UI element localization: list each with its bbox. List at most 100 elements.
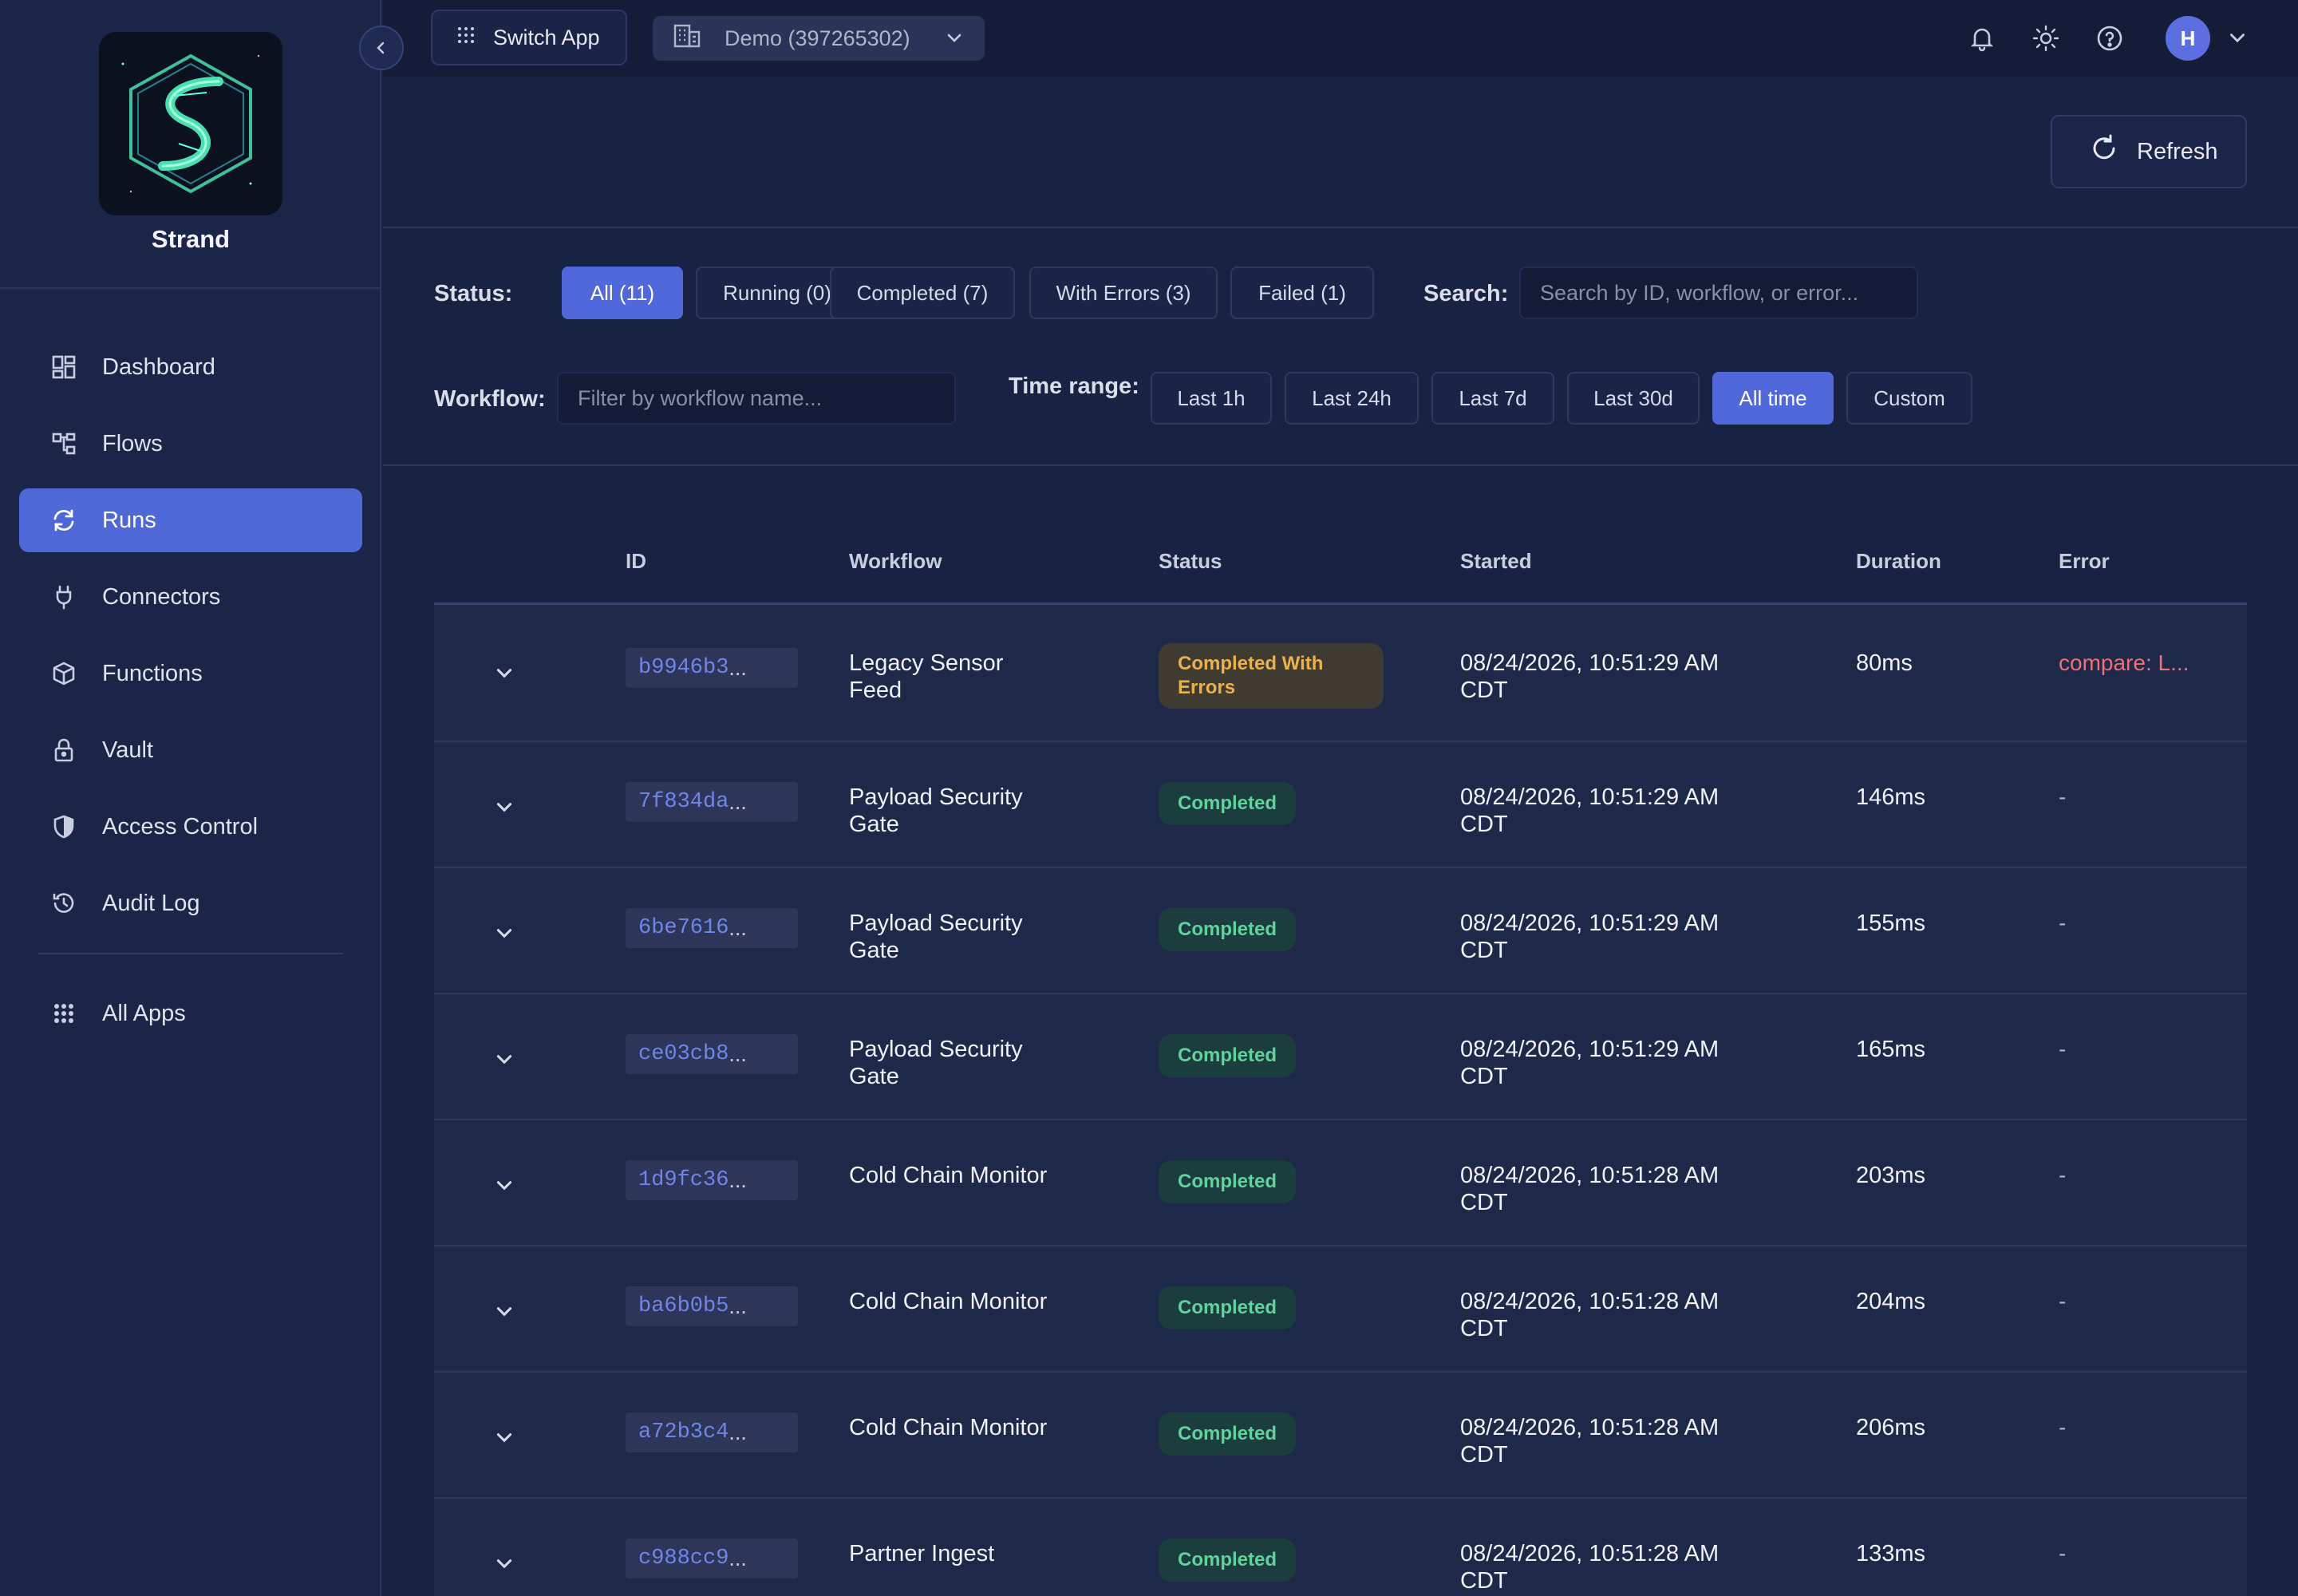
dashboard-icon <box>49 353 78 381</box>
expand-row-chevron-icon[interactable] <box>490 1424 519 1452</box>
sidebar-item-label: Flows <box>102 430 163 456</box>
sidebar-item-all-apps[interactable]: All Apps <box>19 982 362 1045</box>
status-badge-line: Completed <box>1178 792 1277 814</box>
run-id-ellipsis: ... <box>728 1420 747 1444</box>
started-time-line: CDT <box>1460 1442 1508 1468</box>
expand-row-chevron-icon[interactable] <box>490 1550 519 1578</box>
error-message: - <box>2059 1541 2067 1566</box>
status-chip-with-errors[interactable]: With Errors (3) <box>1029 267 1218 319</box>
error-message[interactable]: compare: L... <box>2059 650 2189 677</box>
run-id[interactable]: ba6b0b5... <box>626 1286 798 1326</box>
expand-row-chevron-icon[interactable] <box>490 659 519 688</box>
shield-icon <box>49 812 78 841</box>
table-row[interactable]: 6be7616... Payload Security Gate Completed 0… <box>434 868 2247 994</box>
expand-row-chevron-icon[interactable] <box>490 1045 519 1074</box>
error-message: - <box>2059 1037 2067 1061</box>
table-row[interactable]: ba6b0b5... Cold Chain Monitor Completed 08/… <box>434 1246 2247 1373</box>
table-row[interactable]: 1d9fc36... Cold Chain Monitor Completed 08/… <box>434 1120 2247 1246</box>
refresh-button[interactable]: Refresh <box>2051 115 2247 188</box>
started-time: 08/24/2026, 10:51:29 AM CDT <box>1460 650 1719 704</box>
avatar[interactable]: H <box>2166 16 2210 61</box>
status-badge: Completed <box>1159 1034 1297 1077</box>
table-row[interactable]: a72b3c4... Cold Chain Monitor Completed 08/… <box>434 1373 2247 1499</box>
status-badge-line: Completed <box>1178 1297 1277 1318</box>
started-time-line: CDT <box>1460 1568 1508 1594</box>
duration: 80ms <box>1856 650 1913 676</box>
table-row[interactable]: c988cc9... Partner Ingest Completed 08/24/2… <box>434 1499 2247 1596</box>
sidebar-item-access-control[interactable]: Access Control <box>19 795 362 859</box>
workflow-name: Payload Security Gate <box>849 910 1088 964</box>
run-id[interactable]: c988cc9... <box>626 1539 798 1578</box>
run-id-value: b9946b3 <box>638 656 729 680</box>
org-select[interactable]: Demo (397265302) <box>653 16 985 61</box>
switch-app-button[interactable]: Switch App <box>431 10 627 65</box>
sun-icon[interactable] <box>2030 22 2062 54</box>
column-header-workflow[interactable]: Workflow <box>849 549 942 574</box>
status-chip-failed[interactable]: Failed (1) <box>1230 267 1374 319</box>
run-id[interactable]: a72b3c4... <box>626 1412 798 1452</box>
expand-row-chevron-icon[interactable] <box>490 793 519 822</box>
sidebar-item-label: Functions <box>102 660 203 686</box>
expand-row-chevron-icon[interactable] <box>490 1298 519 1326</box>
run-id[interactable]: 7f834da... <box>626 782 798 822</box>
run-id[interactable]: 1d9fc36... <box>626 1160 798 1200</box>
expand-row-chevron-icon[interactable] <box>490 1171 519 1200</box>
topbar: Switch App Demo (397265302) H <box>383 0 2298 77</box>
column-header-id[interactable]: ID <box>626 549 646 574</box>
time-chip-all-time[interactable]: All time <box>1712 372 1834 425</box>
workflow-name-line: Partner Ingest <box>849 1541 995 1566</box>
sidebar-item-dashboard[interactable]: Dashboard <box>19 335 362 399</box>
time-chip-custom[interactable]: Custom <box>1846 372 1972 425</box>
sidebar-item-vault[interactable]: Vault <box>19 718 362 782</box>
workflow-name: Cold Chain Monitor <box>849 1162 1088 1189</box>
column-header-error[interactable]: Error <box>2059 549 2110 574</box>
sidebar-item-connectors[interactable]: Connectors <box>19 565 362 629</box>
status-chip-completed[interactable]: Completed (7) <box>830 267 1015 319</box>
time-chip-last-7d[interactable]: Last 7d <box>1431 372 1554 425</box>
refresh-cycle-icon <box>49 506 78 535</box>
search-input[interactable] <box>1519 267 1918 319</box>
help-icon[interactable] <box>2094 22 2126 54</box>
bell-icon[interactable] <box>1966 22 1998 54</box>
sidebar-item-audit-log[interactable]: Audit Log <box>19 871 362 935</box>
sidebar-item-label: Access Control <box>102 813 259 839</box>
sidebar-nav: Dashboard Flows Runs Connectors Function… <box>19 335 362 1058</box>
run-id-ellipsis: ... <box>728 915 747 940</box>
run-id[interactable]: 6be7616... <box>626 908 798 948</box>
workflow-name: Legacy Sensor Feed <box>849 650 1088 704</box>
column-header-duration[interactable]: Duration <box>1856 549 1941 574</box>
workflow-filter-input[interactable] <box>557 372 956 425</box>
expand-row-chevron-icon[interactable] <box>490 919 519 948</box>
started-time-line: CDT <box>1460 1190 1508 1215</box>
started-time-line: 08/24/2026, 10:51:28 AM <box>1460 1163 1720 1188</box>
workflow-name-line: Gate <box>849 1064 899 1089</box>
sidebar-item-runs[interactable]: Runs <box>19 488 362 552</box>
chevron-down-icon[interactable] <box>2221 22 2253 54</box>
started-time: 08/24/2026, 10:51:29 AM CDT <box>1460 1036 1719 1090</box>
table-row[interactable]: 7f834da... Payload Security Gate Completed 0… <box>434 742 2247 868</box>
brand-name: Strand <box>151 225 231 253</box>
strand-logo[interactable] <box>99 32 282 215</box>
refresh-icon <box>2089 133 2119 170</box>
column-header-status[interactable]: Status <box>1159 549 1222 574</box>
sidebar-item-functions[interactable]: Functions <box>19 642 362 705</box>
status-badge: Completed <box>1159 908 1297 951</box>
time-chip-last-24h[interactable]: Last 24h <box>1285 372 1419 425</box>
table-row[interactable]: ce03cb8... Payload Security Gate Completed 0… <box>434 994 2247 1120</box>
run-id[interactable]: b9946b3... <box>626 648 798 688</box>
grid-icon <box>456 26 476 50</box>
run-id-ellipsis: ... <box>728 1294 747 1318</box>
sidebar-item-flows[interactable]: Flows <box>19 412 362 476</box>
status-chip-all[interactable]: All (11) <box>562 267 683 319</box>
run-id[interactable]: ce03cb8... <box>626 1034 798 1074</box>
workflow-name-line: Gate <box>849 938 899 963</box>
time-chip-last-30d[interactable]: Last 30d <box>1567 372 1700 425</box>
chevron-down-icon <box>945 29 964 53</box>
sidebar-item-label: Runs <box>102 507 156 533</box>
column-header-started[interactable]: Started <box>1460 549 1532 574</box>
chevron-left-icon <box>377 41 385 54</box>
time-chip-last-1h[interactable]: Last 1h <box>1151 372 1272 425</box>
collapse-sidebar-button[interactable] <box>359 26 404 70</box>
table-row[interactable]: b9946b3... Legacy Sensor Feed Completed Wit… <box>434 605 2247 742</box>
workflow-name-line: Payload Security <box>849 784 1023 810</box>
